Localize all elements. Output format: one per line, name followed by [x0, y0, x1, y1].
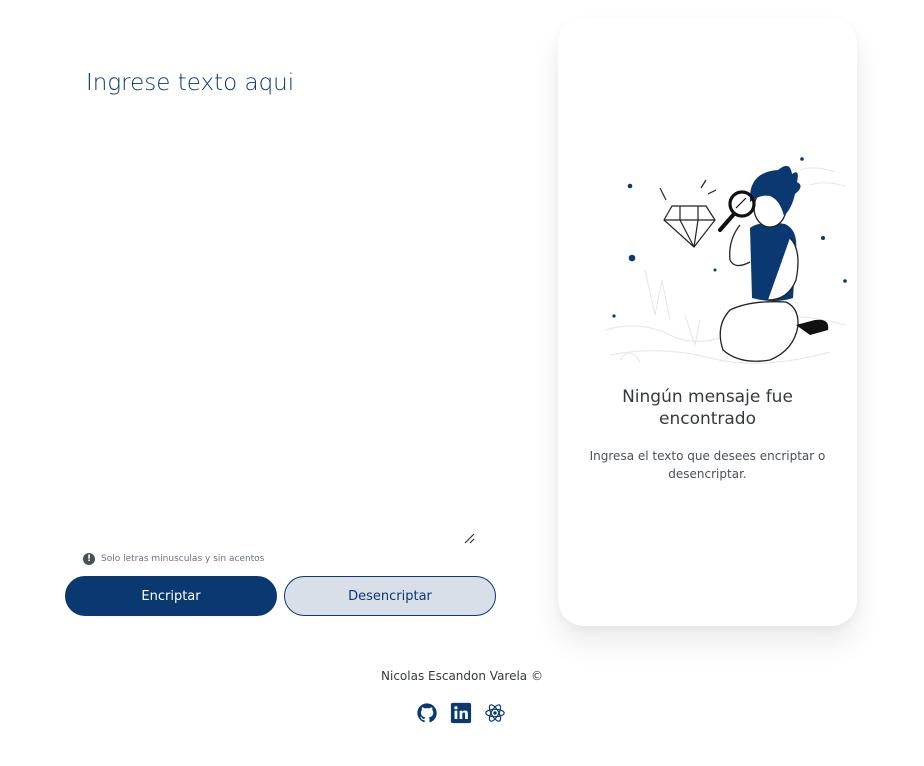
encrypt-button[interactable]: Encriptar: [65, 576, 277, 616]
github-icon[interactable]: [416, 702, 438, 724]
output-card: Ningún mensaje fue encontrado Ingresa el…: [558, 18, 857, 626]
hint-text: Solo letras minusculas y sin acentos: [101, 554, 265, 564]
resize-handle-icon[interactable]: [462, 531, 476, 545]
exclamation-circle-icon: !: [83, 553, 95, 565]
person-with-magnifying-glass-illustration: [604, 157, 847, 364]
footer-credit: Nicolas Escandon Varela ©: [381, 669, 543, 683]
message-input[interactable]: [86, 70, 476, 546]
input-hint: ! Solo letras minusculas y sin acentos: [83, 553, 264, 565]
react-icon[interactable]: [484, 702, 506, 724]
page: ! Solo letras minusculas y sin acentos E…: [0, 0, 924, 766]
empty-state-description: Ingresa el texto que desees encriptar o …: [589, 449, 826, 481]
decrypt-button[interactable]: Desencriptar: [284, 576, 496, 616]
empty-state-title: Ningún mensaje fue encontrado: [622, 387, 793, 429]
social-links: [416, 702, 506, 724]
linkedin-icon[interactable]: [450, 702, 472, 724]
